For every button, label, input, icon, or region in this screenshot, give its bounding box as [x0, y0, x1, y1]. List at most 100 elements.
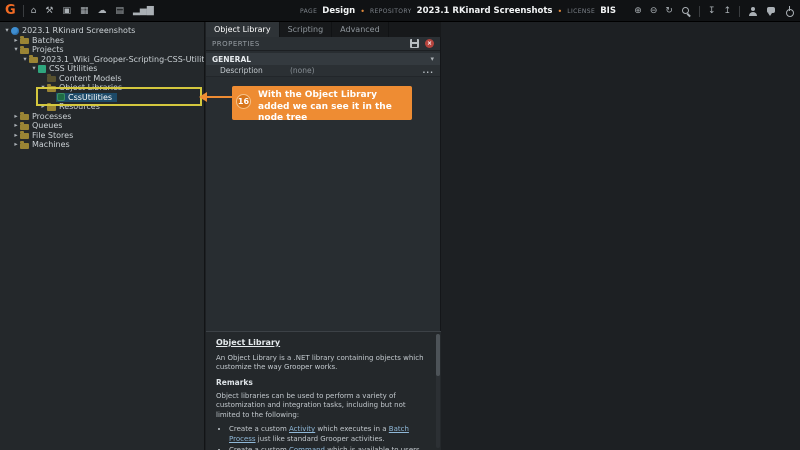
tree-collapsed-arrow-icon[interactable]: ▸: [12, 121, 20, 131]
tree-collapsed-arrow-icon[interactable]: ▸: [12, 36, 20, 46]
tree-collapsed-arrow-icon[interactable]: ▸: [12, 140, 20, 150]
properties-toolbar-icons: [410, 39, 434, 48]
chat-icon[interactable]: [766, 6, 776, 16]
tree-item-css-utilities[interactable]: ▾CSS Utilities: [0, 64, 204, 74]
tree-item-queues[interactable]: ▸ Queues: [0, 121, 204, 131]
callout-text: With the Object Library added we can see…: [258, 90, 406, 125]
repository-value[interactable]: 2023.1 RKinard Screenshots: [417, 6, 553, 16]
tree-expanded-arrow-icon[interactable]: ▾: [3, 26, 11, 36]
tree-item-resources[interactable]: ▸Resources: [0, 102, 204, 112]
tab-strip: Object LibraryScriptingAdvanced: [206, 22, 441, 37]
folder-icon: [20, 48, 29, 54]
folder-icon: [20, 133, 29, 139]
node-tree-panel: ▾2023.1 RKinard Screenshots▸Batches▾Proj…: [0, 22, 205, 450]
callout-arrow-head-icon: [199, 92, 207, 102]
tree-item-2023-1-wiki-grooper-scripting-css-utilities-projects[interactable]: ▾ 2023.1_Wiki_Grooper-Scripting-CSS-Utili…: [0, 55, 204, 65]
stats-icon[interactable]: ▂▅▇: [133, 7, 154, 16]
doc-intro: An Object Library is a .NET library cont…: [216, 354, 429, 373]
tree-item-machines[interactable]: ▸Machines: [0, 140, 204, 150]
tree-item-label: File Stores: [32, 131, 73, 141]
tab-advanced[interactable]: Advanced: [332, 22, 389, 37]
remove-circle-icon[interactable]: ⊖: [650, 7, 658, 16]
page-value[interactable]: Design: [322, 6, 355, 16]
search-icon[interactable]: [681, 6, 691, 16]
tree-item-label: Projects: [32, 45, 64, 55]
refresh-icon[interactable]: ↻: [665, 7, 673, 16]
tree-item-cssutilities[interactable]: CssUtilities: [0, 93, 204, 103]
add-circle-icon[interactable]: ⊕: [634, 7, 642, 16]
description-value[interactable]: (none): [290, 66, 422, 75]
tab-scripting[interactable]: Scripting: [280, 22, 333, 37]
home-icon[interactable]: ⌂: [31, 7, 37, 16]
tree-item-label: 2023.1 RKinard Screenshots: [22, 26, 135, 36]
folder-icon: [47, 105, 56, 111]
tree-expanded-arrow-icon[interactable]: ▾: [30, 64, 38, 74]
tree-item-content-models[interactable]: Content Models: [0, 74, 204, 84]
grooper-logo[interactable]: G: [5, 0, 16, 22]
tree-item-label: 2023.1_Wiki_Grooper-Scripting-CSS-Utilit…: [41, 55, 204, 65]
save-properties-icon[interactable]: [410, 39, 419, 48]
repository-label: REPOSITORY: [370, 8, 412, 15]
doc-link-activity[interactable]: Activity: [289, 425, 315, 433]
breadcrumb-separator: •: [558, 7, 563, 16]
chevron-down-icon[interactable]: ▾: [430, 55, 434, 63]
tree-expanded-arrow-icon[interactable]: ▾: [39, 83, 47, 93]
users-icon[interactable]: [748, 6, 758, 16]
folder-icon: [47, 86, 56, 92]
callout-arrow-line: [207, 96, 233, 98]
properties-toolbar: PROPERTIES: [206, 37, 440, 51]
folder-icon: [29, 57, 38, 63]
tree-collapsed-arrow-icon[interactable]: ▸: [12, 131, 20, 141]
tree-item-projects[interactable]: ▾ Projects: [0, 45, 204, 55]
tree-item-2023-1-rkinard-screenshots[interactable]: ▾ 2023.1 RKinard Screenshots: [0, 26, 204, 36]
topbar-left: G ⌂ ⚒ ▣ ▦ ☁ ▤ ▂▅▇: [5, 0, 154, 22]
tree-collapsed-arrow-icon[interactable]: ▸: [39, 102, 47, 112]
node-tree: ▾2023.1 RKinard Screenshots▸Batches▾Proj…: [0, 26, 204, 150]
archive-icon[interactable]: ▦: [80, 7, 89, 16]
tree-item-file-stores[interactable]: ▸ File Stores: [0, 131, 204, 141]
doc-remarks-intro: Object libraries can be used to perform …: [216, 392, 429, 420]
description-property-row[interactable]: Description (none) ...: [206, 65, 440, 77]
general-label: GENERAL: [212, 55, 251, 64]
tree-collapsed-arrow-icon[interactable]: ▸: [12, 112, 20, 122]
tree-item-processes[interactable]: ▸Processes: [0, 112, 204, 122]
download-icon[interactable]: ↧: [708, 7, 716, 16]
doc-scrollbar-thumb[interactable]: [436, 334, 440, 376]
doc-text: which executes in a: [315, 425, 389, 433]
doc-title-link[interactable]: Object Library: [216, 338, 280, 349]
cloud-icon[interactable]: ☁: [98, 7, 107, 16]
tree-item-label: Queues: [32, 121, 62, 131]
ellipsis-button[interactable]: ...: [422, 66, 434, 75]
general-section-header[interactable]: GENERAL ▾: [206, 53, 440, 65]
callout-bubble: 16 With the Object Library added we can …: [232, 86, 412, 120]
close-icon[interactable]: [425, 39, 434, 48]
tree-item-batches[interactable]: ▸Batches: [0, 36, 204, 46]
tools-icon[interactable]: ⚒: [45, 7, 53, 16]
topbar-divider: [23, 5, 24, 17]
tree-expanded-arrow-icon[interactable]: ▾: [21, 55, 29, 65]
folder-icon: [20, 114, 29, 120]
toolbar-divider: [699, 6, 700, 17]
tree-item-label: CssUtilities: [68, 93, 112, 103]
doc-bullet-list: Create a custom Activity which executes …: [216, 425, 429, 450]
tree-expanded-arrow-icon[interactable]: ▾: [12, 45, 20, 55]
doc-remarks-heading: Remarks: [216, 378, 429, 388]
power-icon[interactable]: [784, 6, 794, 16]
doc-scrollbar[interactable]: [436, 334, 440, 448]
folder-icon: [20, 124, 29, 130]
tree-item-object-libraries[interactable]: ▾ Object Libraries: [0, 83, 204, 93]
breadcrumb: PAGE Design • REPOSITORY 2023.1 RKinard …: [300, 0, 616, 22]
doc-link-command[interactable]: Command: [289, 446, 325, 450]
printer-icon[interactable]: ▤: [116, 7, 125, 16]
tab-object-library[interactable]: Object Library: [206, 22, 280, 37]
callout-step-number: 16: [236, 94, 251, 109]
project-icon: [38, 65, 46, 73]
library-icon: [57, 93, 65, 101]
folder-icon: [20, 143, 29, 149]
tree-item-label: Object Libraries: [59, 83, 122, 93]
upload-icon[interactable]: ↥: [723, 7, 731, 16]
save-icon[interactable]: ▣: [62, 7, 71, 16]
content-icon: [47, 76, 56, 82]
properties-title: PROPERTIES: [212, 40, 260, 48]
doc-text: just like standard Grooper activities.: [256, 435, 385, 443]
